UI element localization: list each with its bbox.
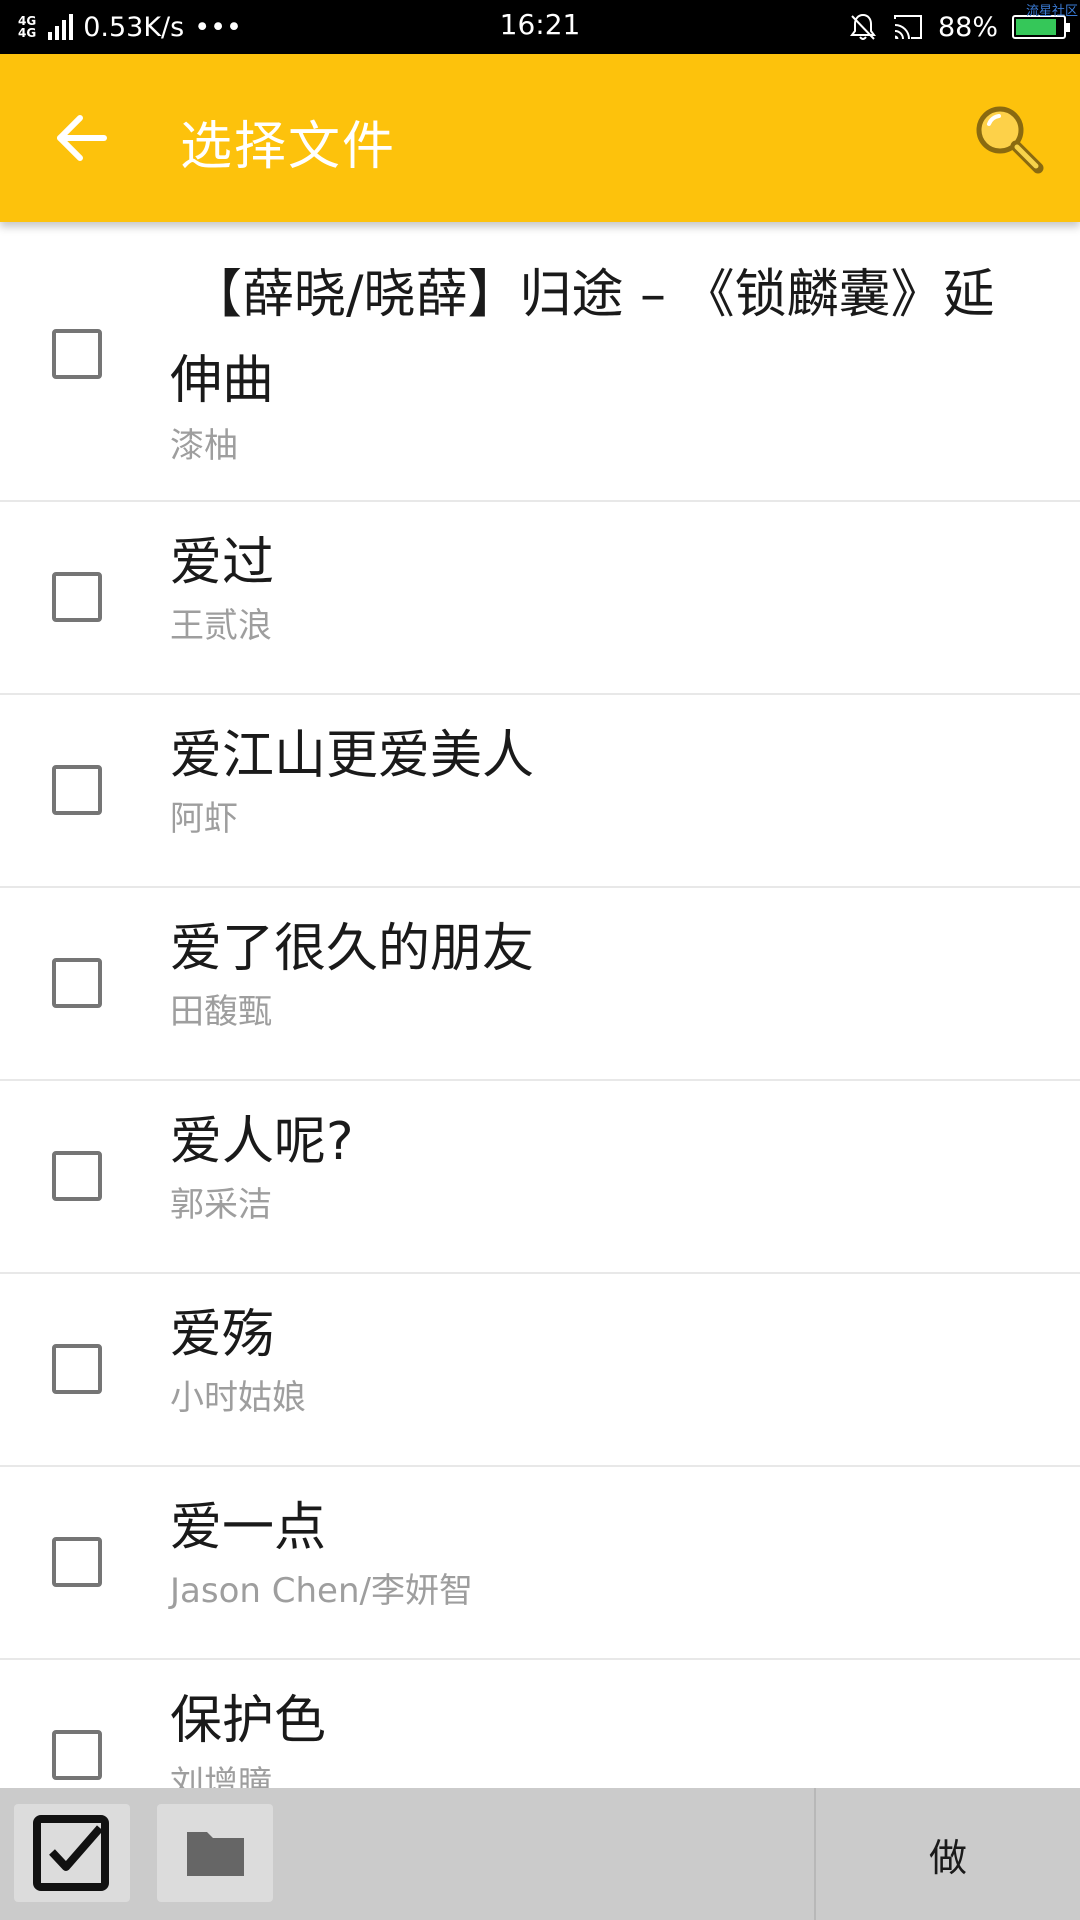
item-text: 爱人呢? 郭采洁 [170,1099,1040,1225]
item-checkbox[interactable] [52,572,102,622]
bell-muted-icon [849,13,876,40]
item-text: 爱了很久的朋友 田馥甄 [170,906,1040,1032]
item-text: 保护色 刘增瞳 [170,1678,1040,1788]
item-artist: 小时姑娘 [170,1378,306,1418]
item-text: 爱一点 Jason Chen/李妍智 [170,1485,1040,1611]
search-icon[interactable] [970,100,1046,176]
item-text: 爱殇 小时姑娘 [170,1292,1040,1418]
list-item[interactable]: 爱了很久的朋友 田馥甄 [0,888,1080,1081]
list-item[interactable]: 爱殇 小时姑娘 [0,1274,1080,1467]
item-title: 爱人呢? [170,1112,354,1172]
item-artist: 漆柚 [170,426,238,466]
item-artist: 阿虾 [170,799,238,839]
watermark: 流星社区 [1025,4,1078,19]
folder-icon [187,1832,244,1876]
page-title: 选择文件 [180,117,397,177]
app-bar: 选择文件 [0,54,1080,222]
battery-level-fill [1016,19,1056,35]
item-text: 爱江山更爱美人 阿虾 [170,713,1040,839]
list-item[interactable]: 爱江山更爱美人 阿虾 [0,695,1080,888]
song-list[interactable]: 【薛晓/晓薛】归途 – 《锁麟囊》延伸曲 漆柚 爱过 王贰浪 爱江山更爱美人 阿… [0,222,1080,1788]
bottom-bar: 做 [0,1788,1080,1920]
item-text: 爱过 王贰浪 [170,520,1040,646]
list-item[interactable]: 保护色 刘增瞳 [0,1660,1080,1788]
item-checkbox[interactable] [52,958,102,1008]
select-all-button[interactable] [14,1804,130,1902]
item-checkbox[interactable] [52,1344,102,1394]
item-title: 保护色 [170,1691,327,1751]
battery-percent: 88% [937,11,998,43]
checkbox-checked-icon [33,1815,109,1891]
item-artist: 田馥甄 [170,992,272,1032]
item-title: 爱一点 [170,1498,327,1558]
item-title: 爱殇 [170,1305,275,1365]
status-bar: 4G 4G 0.53K/s ••• 16:21 88% 流星社区 [0,0,1080,54]
item-checkbox[interactable] [52,765,102,815]
cast-icon [893,15,922,40]
item-checkbox[interactable] [52,1730,102,1780]
list-item[interactable]: 爱人呢? 郭采洁 [0,1081,1080,1274]
item-artist: Jason Chen/李妍智 [170,1571,473,1611]
item-text: 【薛晓/晓薛】归途 – 《锁麟囊》延伸曲 漆柚 [170,252,1040,466]
item-artist: 刘增瞳 [170,1764,272,1788]
list-item[interactable]: 【薛晓/晓薛】归途 – 《锁麟囊》延伸曲 漆柚 [0,222,1080,502]
item-artist: 王贰浪 [170,606,272,646]
item-title: 【薛晓/晓薛】归途 – 《锁麟囊》延伸曲 [170,265,995,411]
item-title: 爱过 [170,533,275,593]
item-title: 爱江山更爱美人 [170,726,535,786]
list-item[interactable]: 爱过 王贰浪 [0,502,1080,695]
folder-button[interactable] [157,1804,273,1902]
item-checkbox[interactable] [52,1151,102,1201]
arrow-back-icon[interactable] [54,110,110,166]
item-artist: 郭采洁 [170,1185,272,1225]
item-title: 爱了很久的朋友 [170,919,535,979]
item-checkbox[interactable] [52,1537,102,1587]
item-checkbox[interactable] [52,329,102,379]
list-item[interactable]: 爱一点 Jason Chen/李妍智 [0,1467,1080,1660]
do-button[interactable]: 做 [816,1788,1080,1920]
